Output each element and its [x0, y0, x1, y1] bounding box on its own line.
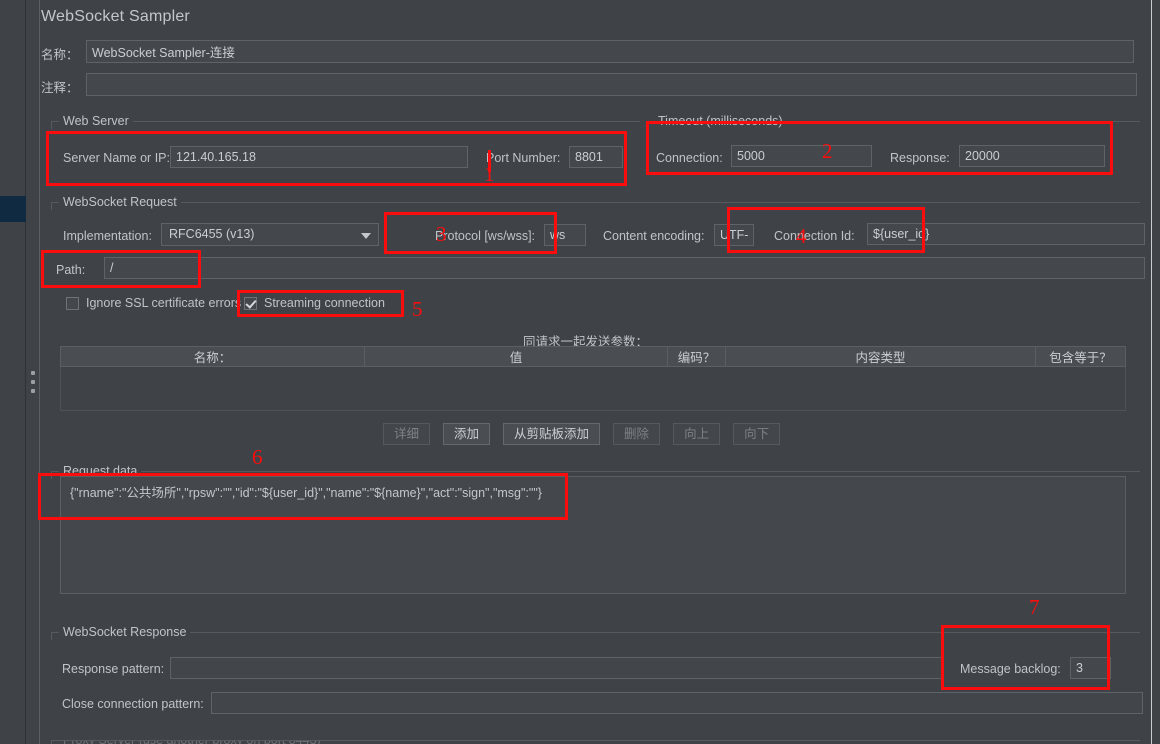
content-encoding-label: Content encoding: — [603, 229, 705, 243]
panel-splitter[interactable] — [27, 0, 40, 744]
streaming-connection-checkbox[interactable] — [244, 296, 257, 310]
test-plan-tree-strip[interactable] — [0, 0, 26, 744]
name-label: 名称： — [41, 48, 79, 62]
chevron-down-icon — [361, 233, 371, 239]
params-col-include-equals[interactable]: 包含等于？ — [1036, 347, 1125, 366]
content-encoding-input[interactable] — [714, 224, 754, 246]
params-table-header: 名称： 值 编码？ 内容类型 包含等于？ — [60, 346, 1126, 367]
websocket-request-group-label: WebSocket Request — [59, 195, 181, 209]
ignore-ssl-label: Ignore SSL certificate errors — [86, 296, 242, 310]
websocket-sampler-window: WebSocket Sampler 名称： 注释： Web Server Ser… — [0, 0, 1160, 744]
streaming-connection-checkbox-row[interactable]: Streaming connection — [244, 296, 385, 310]
connection-timeout-input[interactable] — [731, 145, 872, 167]
params-table-body[interactable] — [60, 367, 1126, 411]
port-number-label: Port Number: — [486, 151, 561, 165]
param-delete-button[interactable]: 删除 — [613, 423, 661, 445]
ignore-ssl-checkbox[interactable] — [66, 296, 79, 310]
implementation-label: Implementation: — [63, 229, 152, 243]
params-col-content-type[interactable]: 内容类型 — [726, 347, 1036, 366]
tree-selected-node[interactable] — [0, 196, 26, 222]
response-pattern-label: Response pattern: — [62, 662, 165, 676]
params-button-bar: 详细 添加 从剪贴板添加 删除 向上 向下 — [383, 423, 781, 445]
implementation-value: RFC6455 (v13) — [169, 227, 255, 241]
ignore-ssl-checkbox-row[interactable]: Ignore SSL certificate errors — [66, 296, 241, 310]
websocket-response-group: WebSocket Response — [51, 625, 1140, 732]
param-add-button[interactable]: 添加 — [443, 423, 491, 445]
comment-input[interactable] — [86, 73, 1137, 96]
message-backlog-label: Message backlog: — [960, 662, 1061, 676]
proxy-server-group-label: Proxy Server (use another proxy on port … — [59, 741, 325, 744]
sampler-panel: WebSocket Sampler 名称： 注释： Web Server Ser… — [41, 0, 1152, 744]
close-connection-pattern-label: Close connection pattern: — [62, 697, 204, 711]
protocol-input[interactable] — [544, 224, 586, 246]
connection-id-label: Connection Id: — [774, 229, 855, 243]
splitter-grip-icon — [31, 371, 36, 393]
close-connection-pattern-input[interactable] — [211, 692, 1143, 714]
path-label: Path: — [56, 263, 86, 277]
implementation-combo[interactable]: RFC6455 (v13) — [161, 223, 379, 246]
connection-timeout-label: Connection: — [656, 151, 723, 165]
response-timeout-label: Response: — [890, 151, 950, 165]
server-name-input[interactable] — [170, 146, 468, 168]
proxy-server-group: Proxy Server (use another proxy on port … — [51, 740, 1140, 744]
web-server-group-label: Web Server — [59, 114, 133, 128]
name-input[interactable] — [86, 40, 1134, 63]
params-col-name[interactable]: 名称： — [61, 347, 365, 366]
connection-id-input[interactable] — [867, 223, 1145, 245]
request-data-textarea[interactable] — [60, 476, 1126, 594]
response-timeout-input[interactable] — [959, 145, 1105, 167]
panel-scroll-gutter[interactable] — [1143, 0, 1151, 744]
port-number-input[interactable] — [569, 146, 623, 168]
response-pattern-input[interactable] — [170, 657, 942, 679]
page-title: WebSocket Sampler — [41, 8, 190, 25]
params-col-encode[interactable]: 编码？ — [668, 347, 726, 366]
param-move-down-button[interactable]: 向下 — [733, 423, 781, 445]
server-name-label: Server Name or IP: — [63, 151, 170, 165]
protocol-label: Protocol [ws/wss]: — [435, 229, 536, 243]
message-backlog-input[interactable] — [1070, 657, 1111, 679]
param-move-up-button[interactable]: 向上 — [673, 423, 721, 445]
streaming-connection-label: Streaming connection — [264, 296, 385, 310]
param-detail-button[interactable]: 详细 — [383, 423, 431, 445]
params-col-value[interactable]: 值 — [365, 347, 668, 366]
websocket-response-group-label: WebSocket Response — [59, 625, 191, 639]
path-input[interactable] — [104, 257, 1145, 279]
param-add-from-clipboard-button[interactable]: 从剪贴板添加 — [503, 423, 601, 445]
timeout-group-label: Timeout (milliseconds) — [654, 114, 787, 128]
comment-label: 注释： — [41, 81, 79, 95]
